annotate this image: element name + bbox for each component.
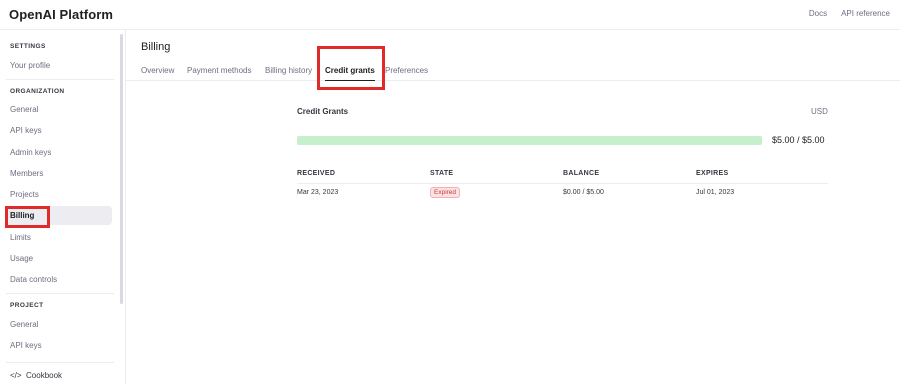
column-header-balance: BALANCE xyxy=(563,170,600,177)
table-header-divider xyxy=(297,183,828,184)
api-reference-link[interactable]: API reference xyxy=(841,9,890,18)
tab-preferences[interactable]: Preferences xyxy=(385,66,428,75)
sidebar-item-project-general[interactable]: General xyxy=(10,320,38,329)
top-links: Docs API reference xyxy=(809,9,890,18)
sidebar-item-your-profile[interactable]: Your profile xyxy=(10,61,50,70)
cell-balance: $0.00 / $5.00 xyxy=(563,189,604,196)
sidebar-item-projects[interactable]: Projects xyxy=(10,190,39,199)
platform-logo[interactable]: OpenAI Platform xyxy=(9,7,113,22)
page-title: Billing xyxy=(141,41,171,53)
status-badge: Expired xyxy=(430,187,461,198)
credit-progress-fill xyxy=(297,136,762,145)
sidebar-section-project: PROJECT xyxy=(10,302,44,309)
sidebar-item-api-keys[interactable]: API keys xyxy=(10,126,42,135)
cell-expires: Jul 01, 2023 xyxy=(696,189,735,196)
sidebar-divider xyxy=(6,293,114,294)
tab-payment-methods[interactable]: Payment methods xyxy=(187,66,251,75)
sidebar-item-admin-keys[interactable]: Admin keys xyxy=(10,148,51,157)
sidebar-item-data-controls[interactable]: Data controls xyxy=(10,275,57,284)
sidebar-cookbook-link[interactable]: </> Cookbook xyxy=(10,371,62,380)
credit-grants-title: Credit Grants xyxy=(297,107,349,116)
cell-received: Mar 23, 2023 xyxy=(297,189,339,196)
credit-amount: $5.00 / $5.00 xyxy=(772,135,825,145)
sidebar-divider xyxy=(6,362,114,363)
sidebar-section-settings: SETTINGS xyxy=(10,43,46,50)
sidebar-item-project-api-keys[interactable]: API keys xyxy=(10,341,42,350)
docs-link[interactable]: Docs xyxy=(809,9,827,18)
credit-grants-highlight-box xyxy=(317,46,385,90)
tabs-divider xyxy=(126,80,900,81)
top-bar: OpenAI Platform Docs API reference xyxy=(0,0,900,30)
sidebar-scrollbar[interactable] xyxy=(120,34,123,304)
sidebar-section-organization: ORGANIZATION xyxy=(10,88,65,95)
tab-billing-history[interactable]: Billing history xyxy=(265,66,312,75)
column-header-received: RECEIVED xyxy=(297,170,336,177)
column-header-expires: EXPIRES xyxy=(696,170,729,177)
column-header-state: STATE xyxy=(430,170,454,177)
sidebar-divider xyxy=(6,79,114,80)
sidebar-item-limits[interactable]: Limits xyxy=(10,233,31,242)
credit-progress-bar xyxy=(297,136,762,145)
cookbook-label: Cookbook xyxy=(26,371,63,380)
sidebar-item-general[interactable]: General xyxy=(10,105,38,114)
sidebar-item-members[interactable]: Members xyxy=(10,169,43,178)
currency-label: USD xyxy=(811,107,828,116)
code-icon: </> xyxy=(10,371,22,380)
sidebar-item-usage[interactable]: Usage xyxy=(10,254,33,263)
billing-highlight-box xyxy=(5,206,50,228)
tab-overview[interactable]: Overview xyxy=(141,66,174,75)
